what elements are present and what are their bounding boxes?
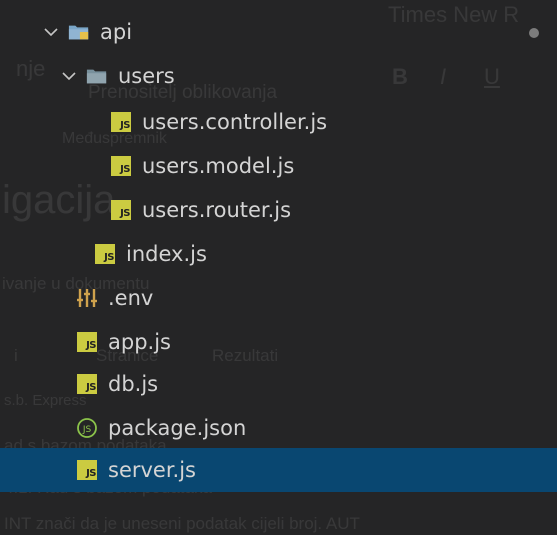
tree-item-server-js[interactable]: JS server.js [0,448,557,492]
tree-item-label: users.model.js [142,154,295,178]
js-file-icon: JS [76,331,98,353]
tree-item-label: package.json [108,416,247,440]
tree-item-label: users.controller.js [142,110,328,134]
tree-item-users-folder[interactable]: users [0,54,557,98]
js-file-icon: JS [76,373,98,395]
file-explorer-tree: api users JS users.controller.js JS user… [0,0,557,535]
tree-item-label: api [100,20,133,44]
tree-item-package-json[interactable]: JS package.json [0,406,557,450]
env-file-icon [76,287,98,309]
js-file-icon: JS [110,111,132,133]
js-file-icon: JS [110,199,132,221]
tree-item-users-model[interactable]: JS users.model.js [0,144,557,188]
folder-icon [86,65,108,87]
tree-item-label: index.js [126,242,207,266]
api-folder-icon [68,21,90,43]
tree-item-api-folder[interactable]: api [0,10,557,54]
tree-item-label: users [118,64,175,88]
js-file-icon: JS [76,459,98,481]
tree-item-label: users.router.js [142,198,292,222]
tree-item-label: .env [108,286,154,310]
tree-item-label: app.js [108,330,171,354]
json-file-icon: JS [76,417,98,439]
tree-item-index-js[interactable]: JS index.js [0,232,557,276]
tree-item-users-controller[interactable]: JS users.controller.js [0,100,557,144]
tree-item-users-router[interactable]: JS users.router.js [0,188,557,232]
tree-item-db-js[interactable]: JS db.js [0,362,557,406]
unsaved-dot-icon [529,28,539,38]
svg-text:JS: JS [82,425,92,435]
js-file-icon: JS [110,155,132,177]
tree-item-label: server.js [108,458,196,482]
js-file-icon: JS [94,243,116,265]
tree-item-label: db.js [108,372,159,396]
chevron-down-icon[interactable] [58,65,80,87]
chevron-down-icon[interactable] [40,21,62,43]
tree-item-app-js[interactable]: JS app.js [0,320,557,364]
tree-item-env[interactable]: .env [0,276,557,320]
